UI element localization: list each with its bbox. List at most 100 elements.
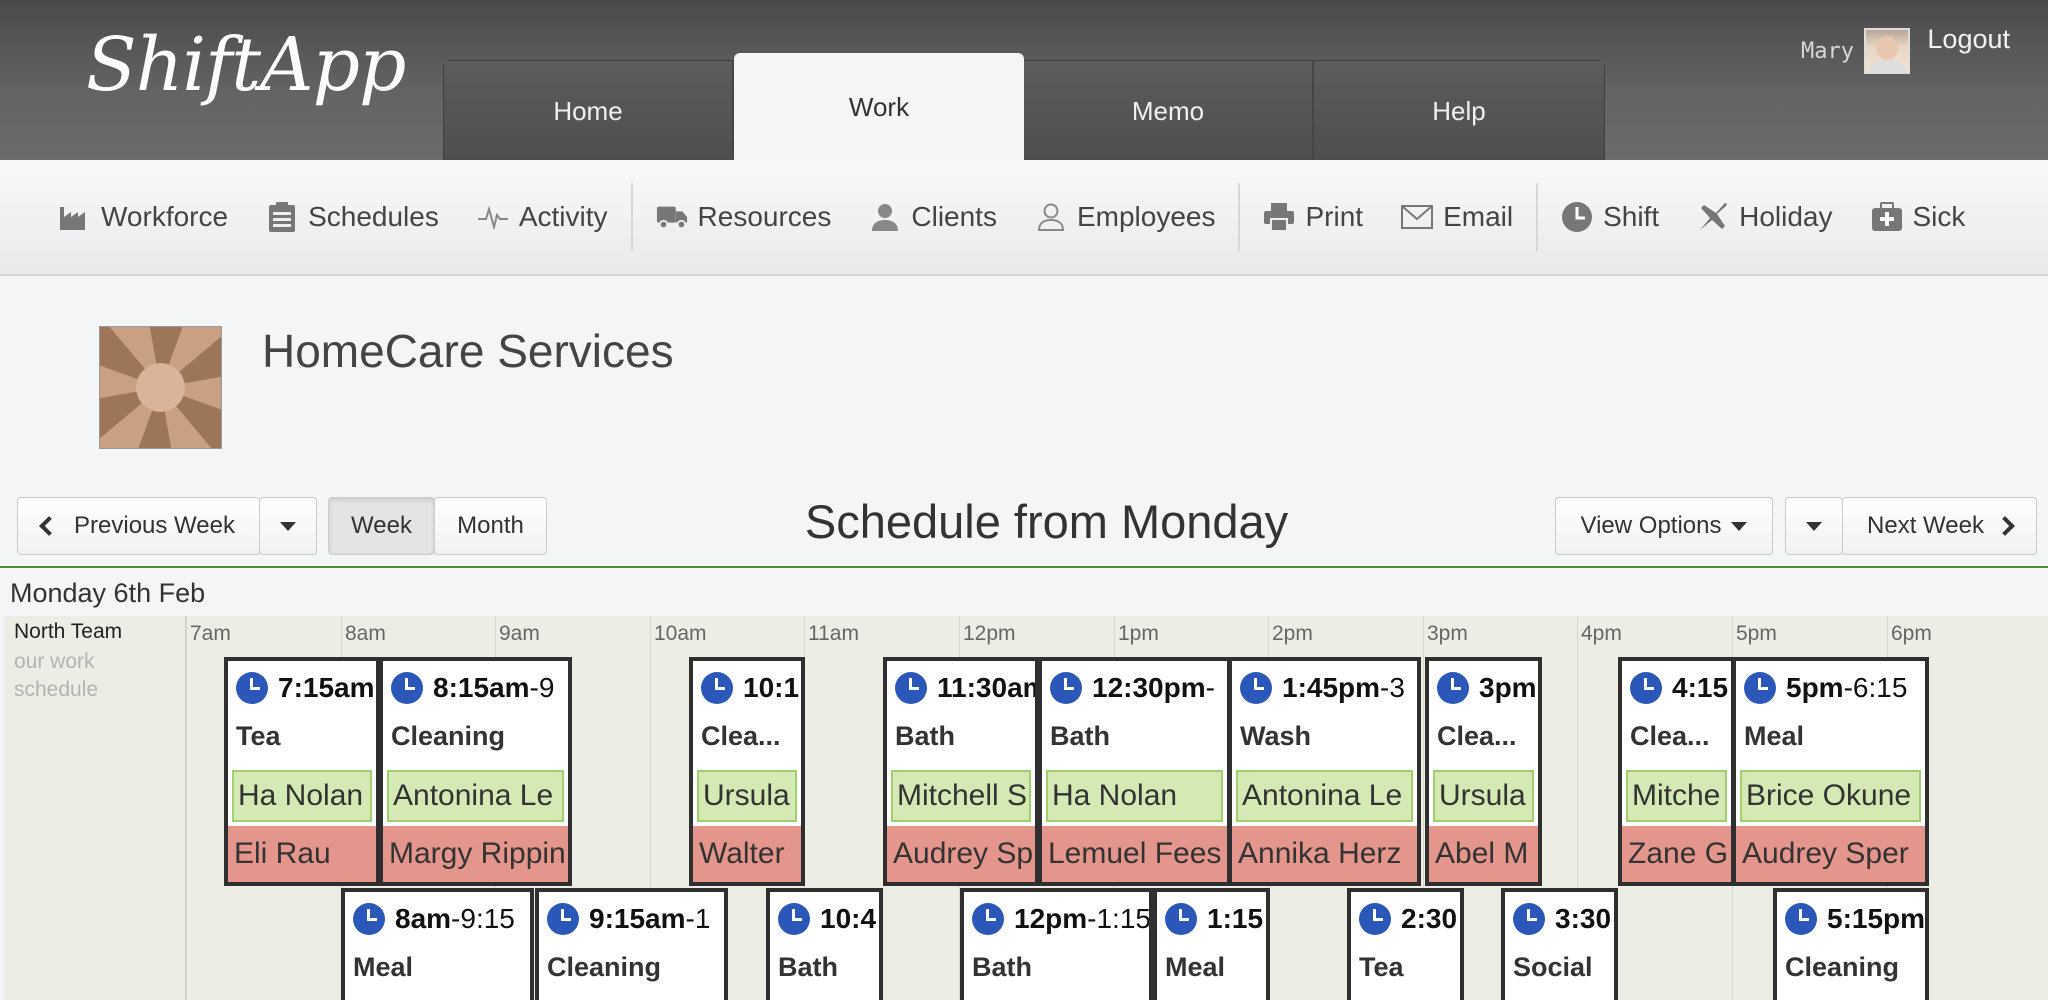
shift-client[interactable]: Annika Herz bbox=[1232, 826, 1417, 882]
shift-card[interactable]: 11:30am Bath Mitchell S Audrey Sp bbox=[883, 657, 1039, 886]
hour-label: 10am bbox=[654, 622, 707, 645]
toolbar-shift[interactable]: Shift bbox=[1542, 187, 1678, 247]
toolbar-label: Sick bbox=[1912, 201, 1966, 232]
shift-employee[interactable]: Ursula bbox=[1433, 770, 1534, 822]
shift-start-time: 5:15pm bbox=[1827, 903, 1926, 934]
view-options-button[interactable]: View Options bbox=[1555, 497, 1773, 555]
shift-client[interactable]: Eli Rau bbox=[228, 826, 376, 882]
toolbar-schedules[interactable]: Schedules bbox=[247, 187, 458, 247]
shift-client[interactable]: Zane G bbox=[1622, 826, 1731, 882]
shift-task: Tea bbox=[1359, 952, 1404, 982]
shift-end-time: -3 bbox=[1380, 672, 1405, 703]
shift-card[interactable]: 5pm -6:15 Meal Brice Okune Audrey Sper bbox=[1732, 657, 1929, 886]
shift-employee[interactable]: Ha Nolan bbox=[1046, 770, 1223, 822]
tab-memo[interactable]: Memo bbox=[1024, 61, 1314, 161]
toolbar-sick[interactable]: Sick bbox=[1852, 187, 1985, 247]
hour-label: 8am bbox=[345, 622, 386, 645]
printer-icon bbox=[1263, 201, 1295, 233]
view-options-label: View Options bbox=[1580, 512, 1722, 539]
shift-card[interactable]: 10:4 Bath bbox=[766, 888, 883, 1000]
toolbar-workforce[interactable]: Workforce bbox=[40, 187, 247, 247]
avatar[interactable] bbox=[1864, 28, 1910, 74]
shift-card[interactable]: 2:30 Tea bbox=[1347, 888, 1464, 1000]
shift-card[interactable]: 12pm -1:15 Bath bbox=[960, 888, 1153, 1000]
toolbar-label: Shift bbox=[1603, 201, 1660, 232]
shift-card[interactable]: 8am -9:15 Meal bbox=[341, 888, 534, 1000]
shift-task: Cleaning bbox=[391, 721, 506, 751]
clock-icon bbox=[1437, 672, 1469, 704]
toolbar-email[interactable]: Email bbox=[1382, 187, 1532, 247]
toolbar-activity[interactable]: Activity bbox=[458, 187, 627, 247]
tab-home[interactable]: Home bbox=[444, 61, 734, 161]
shift-card[interactable]: 5:15pm Cleaning bbox=[1773, 888, 1929, 1000]
pulse-icon bbox=[477, 201, 509, 233]
shift-card[interactable]: 7:15am Tea Ha Nolan Eli Rau bbox=[224, 657, 380, 886]
hour-label: 4pm bbox=[1581, 622, 1622, 645]
shift-employee[interactable]: Mitchell S bbox=[891, 770, 1031, 822]
shift-task: Tea bbox=[236, 721, 281, 751]
toolbar-employees[interactable]: Employees bbox=[1016, 187, 1235, 247]
shift-employee[interactable]: Ursula bbox=[697, 770, 797, 822]
shift-card[interactable]: 3:30 Social bbox=[1501, 888, 1618, 1000]
shift-time: 11:30am bbox=[895, 669, 1039, 707]
next-week-dropdown[interactable] bbox=[1785, 497, 1843, 555]
shift-employee[interactable]: Brice Okune bbox=[1740, 770, 1921, 822]
toolbar: Workforce Schedules Activity Resources C… bbox=[0, 160, 2048, 276]
envelope-icon bbox=[1401, 201, 1434, 233]
team-name[interactable]: North Team bbox=[14, 620, 122, 644]
shift-start-time: 3:30 bbox=[1555, 903, 1612, 934]
hour-label: 9am bbox=[499, 622, 540, 645]
shift-card[interactable]: 12:30pm - Bath Ha Nolan Lemuel Fees bbox=[1038, 657, 1231, 886]
shift-time: 7:15am bbox=[236, 669, 375, 707]
main-tabs: Home Work Memo Help bbox=[443, 53, 1605, 161]
shift-card[interactable]: 1:45pm -3 Wash Antonina Le Annika Herz bbox=[1228, 657, 1421, 886]
logout-link[interactable]: Logout bbox=[1927, 24, 2010, 55]
toolbar-divider bbox=[1238, 183, 1241, 251]
shift-client[interactable]: Walter bbox=[693, 826, 801, 882]
team-description: our work schedule bbox=[14, 650, 99, 701]
shift-time: 12:30pm - bbox=[1050, 669, 1215, 707]
shift-client[interactable]: Margy Rippin bbox=[383, 826, 568, 882]
toolbar-holiday[interactable]: Holiday bbox=[1678, 187, 1851, 247]
next-week-button[interactable]: Next Week bbox=[1842, 497, 2037, 555]
shift-client[interactable]: Abel M bbox=[1429, 826, 1538, 882]
shift-card[interactable]: 1:15 Meal bbox=[1153, 888, 1270, 1000]
shift-time: 1:15 bbox=[1165, 900, 1263, 938]
tab-work[interactable]: Work bbox=[734, 53, 1024, 161]
shift-client[interactable]: Audrey Sp bbox=[887, 826, 1035, 882]
shift-start-time: 5pm bbox=[1786, 672, 1844, 703]
tab-help[interactable]: Help bbox=[1314, 61, 1604, 161]
user-menu[interactable]: Mary bbox=[1801, 28, 1910, 74]
toolbar-clients[interactable]: Clients bbox=[850, 187, 1016, 247]
shift-employee[interactable]: Mitche bbox=[1626, 770, 1727, 822]
shift-start-time: 11:30am bbox=[937, 672, 1039, 703]
shift-task: Meal bbox=[1165, 952, 1226, 982]
shift-employee[interactable]: Antonina Le bbox=[387, 770, 564, 822]
shift-card[interactable]: 8:15am -9 Cleaning Antonina Le Margy Rippin bbox=[379, 657, 572, 886]
hour-label: 7am bbox=[190, 622, 231, 645]
shift-client[interactable]: Audrey Sper bbox=[1736, 826, 1925, 882]
shift-start-time: 8am bbox=[395, 903, 452, 934]
shift-card[interactable]: 10:1 Clea... Ursula Walter bbox=[689, 657, 805, 886]
toolbar-resources[interactable]: Resources bbox=[637, 187, 851, 247]
shift-start-time: 7:15am bbox=[278, 672, 375, 703]
shift-card[interactable]: 9:15am -1 Cleaning bbox=[535, 888, 728, 1000]
clock-icon bbox=[1744, 672, 1776, 704]
hour-label: 12pm bbox=[963, 622, 1016, 645]
app-logo[interactable]: ShiftApp bbox=[86, 22, 406, 108]
shift-end-time: -6:15 bbox=[1843, 672, 1908, 703]
hour-label: 11am bbox=[808, 622, 859, 645]
clock-icon bbox=[1513, 903, 1545, 935]
toolbar-print[interactable]: Print bbox=[1244, 187, 1382, 247]
caret-down-icon bbox=[1806, 521, 1822, 531]
shift-card[interactable]: 3pm Clea... Ursula Abel M bbox=[1425, 657, 1542, 886]
shift-time: 10:4 bbox=[778, 900, 876, 938]
shift-employee[interactable]: Antonina Le bbox=[1236, 770, 1413, 822]
shift-end-time: -1 bbox=[685, 903, 711, 934]
shift-task: Clea... bbox=[1630, 721, 1710, 751]
toolbar-label: Clients bbox=[911, 201, 997, 232]
toolbar-label: Print bbox=[1305, 201, 1364, 232]
shift-card[interactable]: 4:15 Clea... Mitche Zane G bbox=[1618, 657, 1735, 886]
shift-employee[interactable]: Ha Nolan bbox=[232, 770, 372, 822]
shift-client[interactable]: Lemuel Fees bbox=[1042, 826, 1227, 882]
